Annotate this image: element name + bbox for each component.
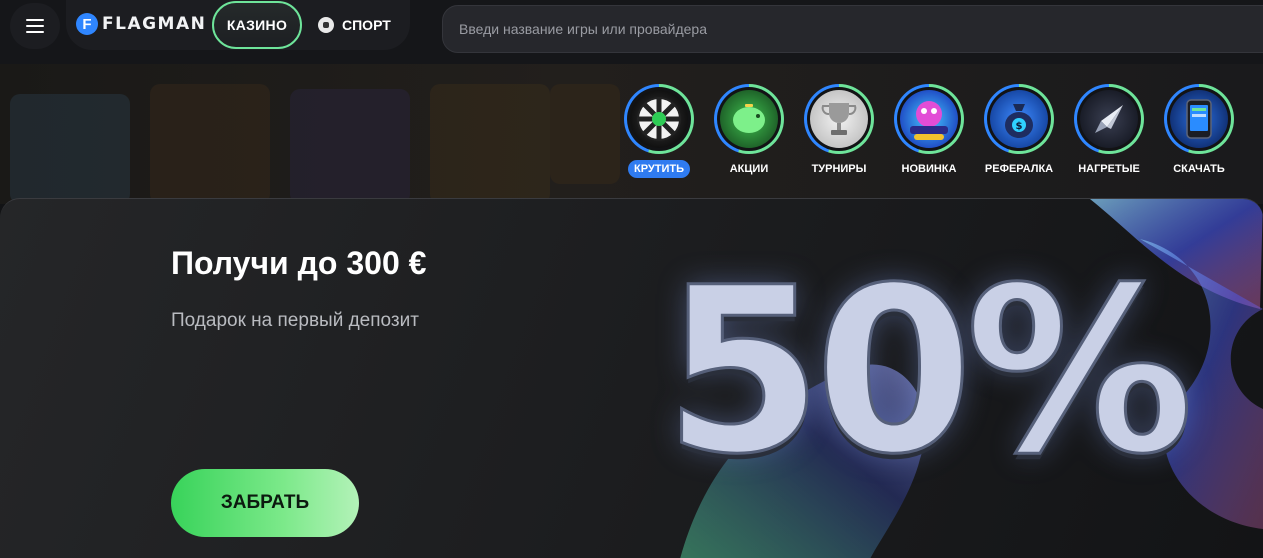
banner-title: Получи до 300 € [171, 245, 427, 281]
svg-text:$: $ [1016, 121, 1023, 132]
story-ring: $ [984, 84, 1054, 154]
trophy-icon [810, 90, 868, 148]
story-hot[interactable]: НАГРЕТЫЕ [1074, 84, 1144, 178]
story-label: СКАЧАТЬ [1173, 163, 1225, 175]
piggy-bank-icon [720, 90, 778, 148]
story-ring-inner [717, 87, 781, 151]
search-input[interactable] [443, 6, 1263, 52]
phone-icon [1170, 90, 1228, 148]
flagman-frenzy-icon [900, 90, 958, 148]
logo[interactable]: F FLAGMAN [76, 13, 206, 35]
story-ring [1164, 84, 1234, 154]
story-label: НАГРЕТЫЕ [1078, 163, 1140, 175]
backdrop-game-thumb [150, 84, 270, 204]
tab-casino[interactable]: КАЗИНО [212, 1, 302, 49]
story-label: КРУТИТЬ [628, 160, 690, 178]
story-label: ТУРНИРЫ [811, 163, 867, 175]
story-new[interactable]: НОВИНКА [894, 84, 964, 178]
wheel-icon [630, 90, 688, 148]
backdrop-game-thumb [290, 89, 410, 204]
story-ring-inner [1077, 87, 1141, 151]
hamburger-icon [26, 19, 44, 33]
logo-mark: F [76, 13, 98, 35]
story-tournaments[interactable]: ТУРНИРЫ [804, 84, 874, 178]
menu-button[interactable] [10, 3, 60, 49]
rocket-icon [1080, 90, 1138, 148]
tab-sport[interactable]: СПОРТ [318, 12, 391, 38]
story-promotions[interactable]: АКЦИИ [714, 84, 784, 178]
football-icon [318, 17, 334, 33]
story-ring [714, 84, 784, 154]
story-ring [894, 84, 964, 154]
logo-text: FLAGMAN [102, 14, 207, 34]
story-referral[interactable]: $ РЕФЕРАЛКА [984, 84, 1054, 178]
money-bag-icon: $ [990, 90, 1048, 148]
backdrop-game-thumb [10, 94, 130, 204]
backdrop-game-thumb [550, 84, 620, 184]
banner-subtitle: Подарок на первый депозит [171, 310, 419, 331]
stories-row: КРУТИТЬ АКЦИИ ТУРНИРЫ НОВИНКА $ РЕФЕРАЛК… [624, 84, 1234, 178]
story-ring [624, 84, 694, 154]
story-label: НОВИНКА [901, 163, 957, 175]
story-ring-inner [807, 87, 871, 151]
tab-sport-label: СПОРТ [342, 17, 391, 33]
story-ring-inner: $ [987, 87, 1051, 151]
bonus-percent-graphic: 50% [663, 238, 1196, 504]
claim-button[interactable]: ЗАБРАТЬ [171, 469, 359, 537]
story-spin[interactable]: КРУТИТЬ [624, 84, 694, 178]
story-ring-inner [1167, 87, 1231, 151]
story-ring [804, 84, 874, 154]
story-label: РЕФЕРАЛКА [984, 163, 1054, 175]
story-ring-inner [627, 87, 691, 151]
story-ring-inner [897, 87, 961, 151]
search-bar[interactable] [442, 5, 1263, 53]
story-label: АКЦИИ [729, 163, 769, 175]
story-download[interactable]: СКАЧАТЬ [1164, 84, 1234, 178]
backdrop-game-thumb [430, 84, 550, 204]
story-ring [1074, 84, 1144, 154]
